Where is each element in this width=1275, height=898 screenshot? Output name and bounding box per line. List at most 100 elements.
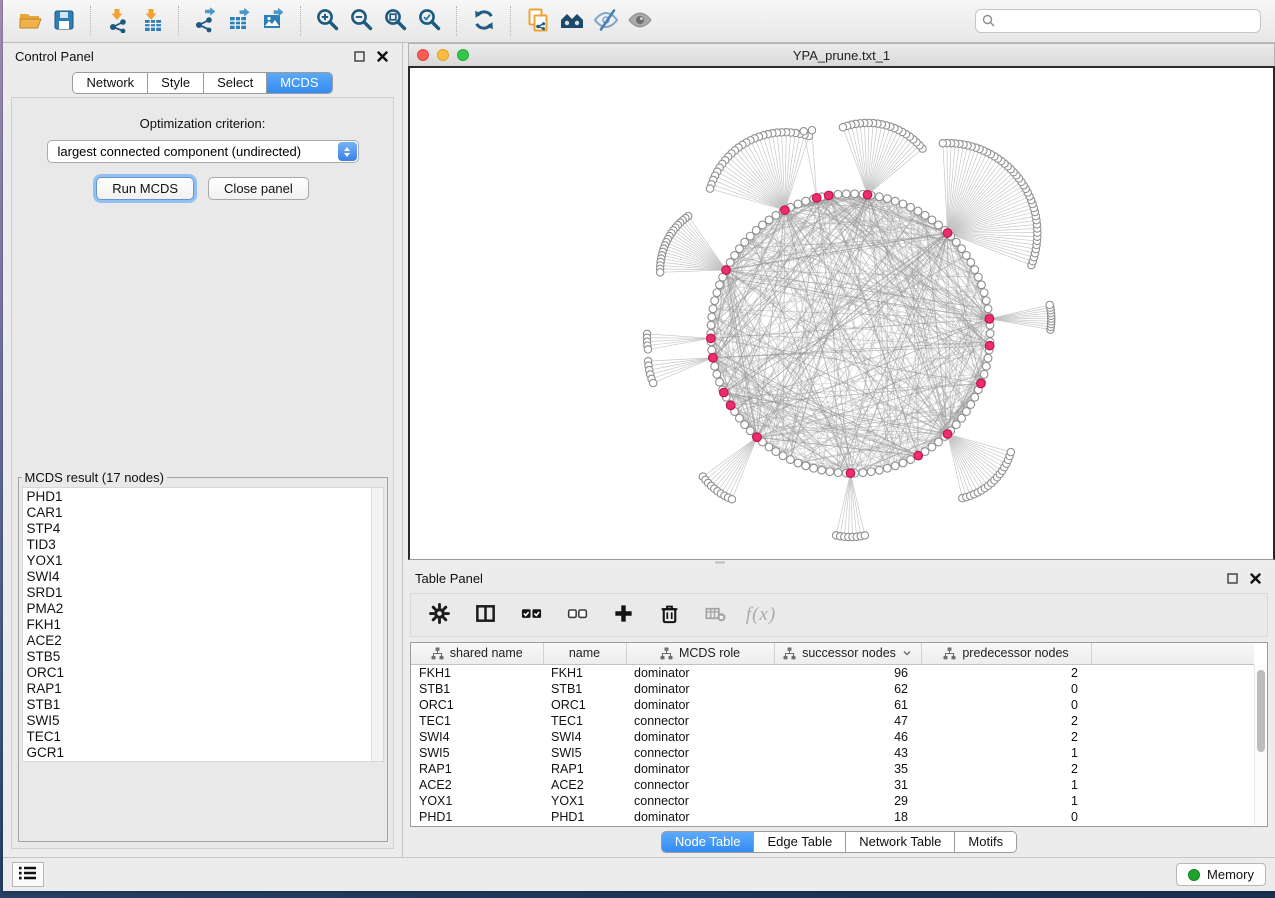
mcds-result-item[interactable]: PHD1 [27, 489, 383, 505]
table-row[interactable]: STB1STB1dominator620 [411, 681, 1254, 697]
mcds-result-item[interactable]: CAR1 [27, 505, 383, 521]
mcds-role-cell[interactable]: connector [626, 713, 774, 729]
close-panel-button[interactable] [375, 49, 390, 64]
network-graph[interactable] [410, 68, 1273, 559]
predecessor-nodes-cell[interactable]: 1 [921, 793, 1091, 809]
empty-cell[interactable] [1091, 793, 1254, 809]
name-cell[interactable]: SWI4 [543, 729, 626, 745]
shared-name-cell[interactable]: STB1 [411, 681, 543, 697]
column-header-predecessor-nodes[interactable]: predecessor nodes [921, 643, 1091, 664]
successor-nodes-cell[interactable]: 35 [774, 761, 921, 777]
export-image-button[interactable] [257, 5, 291, 37]
control-tab-style[interactable]: Style [148, 73, 204, 93]
empty-cell[interactable] [1091, 697, 1254, 713]
table-row[interactable]: RAP1RAP1dominator352 [411, 761, 1254, 777]
name-cell[interactable]: STB1 [543, 681, 626, 697]
name-cell[interactable]: SWI5 [543, 745, 626, 761]
zoom-selected-button[interactable] [413, 5, 447, 37]
deselect-all-rows-button[interactable] [559, 598, 595, 632]
predecessor-nodes-cell[interactable]: 2 [921, 664, 1091, 681]
mcds-result-item[interactable]: RAP1 [27, 681, 383, 697]
shared-name-cell[interactable]: SWI5 [411, 745, 543, 761]
successor-nodes-cell[interactable]: 46 [774, 729, 921, 745]
mcds-result-item[interactable]: STB5 [27, 649, 383, 665]
mcds-result-item[interactable]: TEC1 [27, 729, 383, 745]
table-row[interactable]: TEC1TEC1connector472 [411, 713, 1254, 729]
float-panel-button[interactable] [352, 49, 367, 64]
table-tab-edge-table[interactable]: Edge Table [754, 832, 846, 852]
mcds-result-item[interactable]: YOX1 [27, 553, 383, 569]
table-scrollbar-track[interactable] [1254, 665, 1266, 825]
mcds-result-item[interactable]: STP4 [27, 521, 383, 537]
name-cell[interactable]: PHD1 [543, 809, 626, 825]
mcds-result-item[interactable]: SWI4 [27, 569, 383, 585]
empty-cell[interactable] [1091, 664, 1254, 681]
run-mcds-button[interactable]: Run MCDS [96, 177, 194, 200]
control-tab-network[interactable]: Network [73, 73, 148, 93]
mcds-role-cell[interactable]: dominator [626, 697, 774, 713]
show-column-panel-button[interactable] [467, 598, 503, 632]
shared-name-cell[interactable]: RAP1 [411, 761, 543, 777]
mcds-result-item[interactable]: SWI5 [27, 713, 383, 729]
name-cell[interactable]: YOX1 [543, 793, 626, 809]
successor-nodes-cell[interactable]: 62 [774, 681, 921, 697]
mcds-result-item[interactable]: STB1 [27, 697, 383, 713]
memory-status-button[interactable]: Memory [1176, 863, 1266, 886]
column-header-MCDS-role[interactable]: MCDS role [626, 643, 774, 664]
shared-name-cell[interactable]: YOX1 [411, 793, 543, 809]
network-canvas[interactable] [408, 66, 1275, 560]
successor-nodes-cell[interactable]: 47 [774, 713, 921, 729]
open-session-button[interactable] [13, 5, 47, 37]
empty-cell[interactable] [1091, 729, 1254, 745]
save-session-button[interactable] [47, 5, 81, 37]
zoom-in-button[interactable] [311, 5, 345, 37]
empty-cell[interactable] [1091, 777, 1254, 793]
horizontal-splitter[interactable] [403, 560, 1275, 565]
predecessor-nodes-cell[interactable]: 0 [921, 697, 1091, 713]
mcds-result-item[interactable]: PMA2 [27, 601, 383, 617]
predecessor-nodes-cell[interactable]: 0 [921, 809, 1091, 825]
search-input[interactable] [975, 9, 1261, 33]
column-header-name[interactable]: name [543, 643, 626, 664]
table-row[interactable]: ORC1ORC1dominator610 [411, 697, 1254, 713]
mcds-result-item[interactable]: SRD1 [27, 585, 383, 601]
name-cell[interactable]: ORC1 [543, 697, 626, 713]
mcds-role-cell[interactable]: connector [626, 777, 774, 793]
mcds-role-cell[interactable]: connector [626, 793, 774, 809]
successor-nodes-cell[interactable]: 31 [774, 777, 921, 793]
name-cell[interactable]: FKH1 [543, 664, 626, 681]
delete-table-button[interactable] [697, 598, 733, 632]
empty-cell[interactable] [1091, 809, 1254, 825]
import-table-button[interactable] [135, 5, 169, 37]
predecessor-nodes-cell[interactable]: 2 [921, 713, 1091, 729]
mcds-role-cell[interactable]: dominator [626, 761, 774, 777]
table-row[interactable]: SWI4SWI4dominator462 [411, 729, 1254, 745]
mcds-role-cell[interactable]: dominator [626, 809, 774, 825]
table-row[interactable]: YOX1YOX1connector291 [411, 793, 1254, 809]
show-task-history-button[interactable] [12, 862, 44, 887]
duplicate-network-button[interactable] [521, 5, 555, 37]
name-cell[interactable]: ACE2 [543, 777, 626, 793]
import-network-button[interactable] [101, 5, 135, 37]
successor-nodes-cell[interactable]: 29 [774, 793, 921, 809]
select-all-rows-button[interactable] [513, 598, 549, 632]
successor-nodes-cell[interactable]: 96 [774, 664, 921, 681]
table-row[interactable]: ACE2ACE2connector311 [411, 777, 1254, 793]
shared-name-cell[interactable]: PHD1 [411, 809, 543, 825]
control-tab-select[interactable]: Select [204, 73, 267, 93]
table-row[interactable]: PHD1PHD1dominator180 [411, 809, 1254, 825]
function-builder-button[interactable]: f(x) [743, 598, 779, 632]
shared-name-cell[interactable]: TEC1 [411, 713, 543, 729]
mcds-result-item[interactable]: FKH1 [27, 617, 383, 633]
table-settings-button[interactable] [421, 598, 457, 632]
delete-column-button[interactable] [651, 598, 687, 632]
mcds-role-cell[interactable]: dominator [626, 664, 774, 681]
table-tab-network-table[interactable]: Network Table [846, 832, 955, 852]
close-mcds-panel-button[interactable]: Close panel [208, 177, 309, 200]
zoom-fit-button[interactable] [379, 5, 413, 37]
shared-name-cell[interactable]: ACE2 [411, 777, 543, 793]
predecessor-nodes-cell[interactable]: 0 [921, 681, 1091, 697]
empty-cell[interactable] [1091, 713, 1254, 729]
successor-nodes-cell[interactable]: 43 [774, 745, 921, 761]
shared-name-cell[interactable]: SWI4 [411, 729, 543, 745]
